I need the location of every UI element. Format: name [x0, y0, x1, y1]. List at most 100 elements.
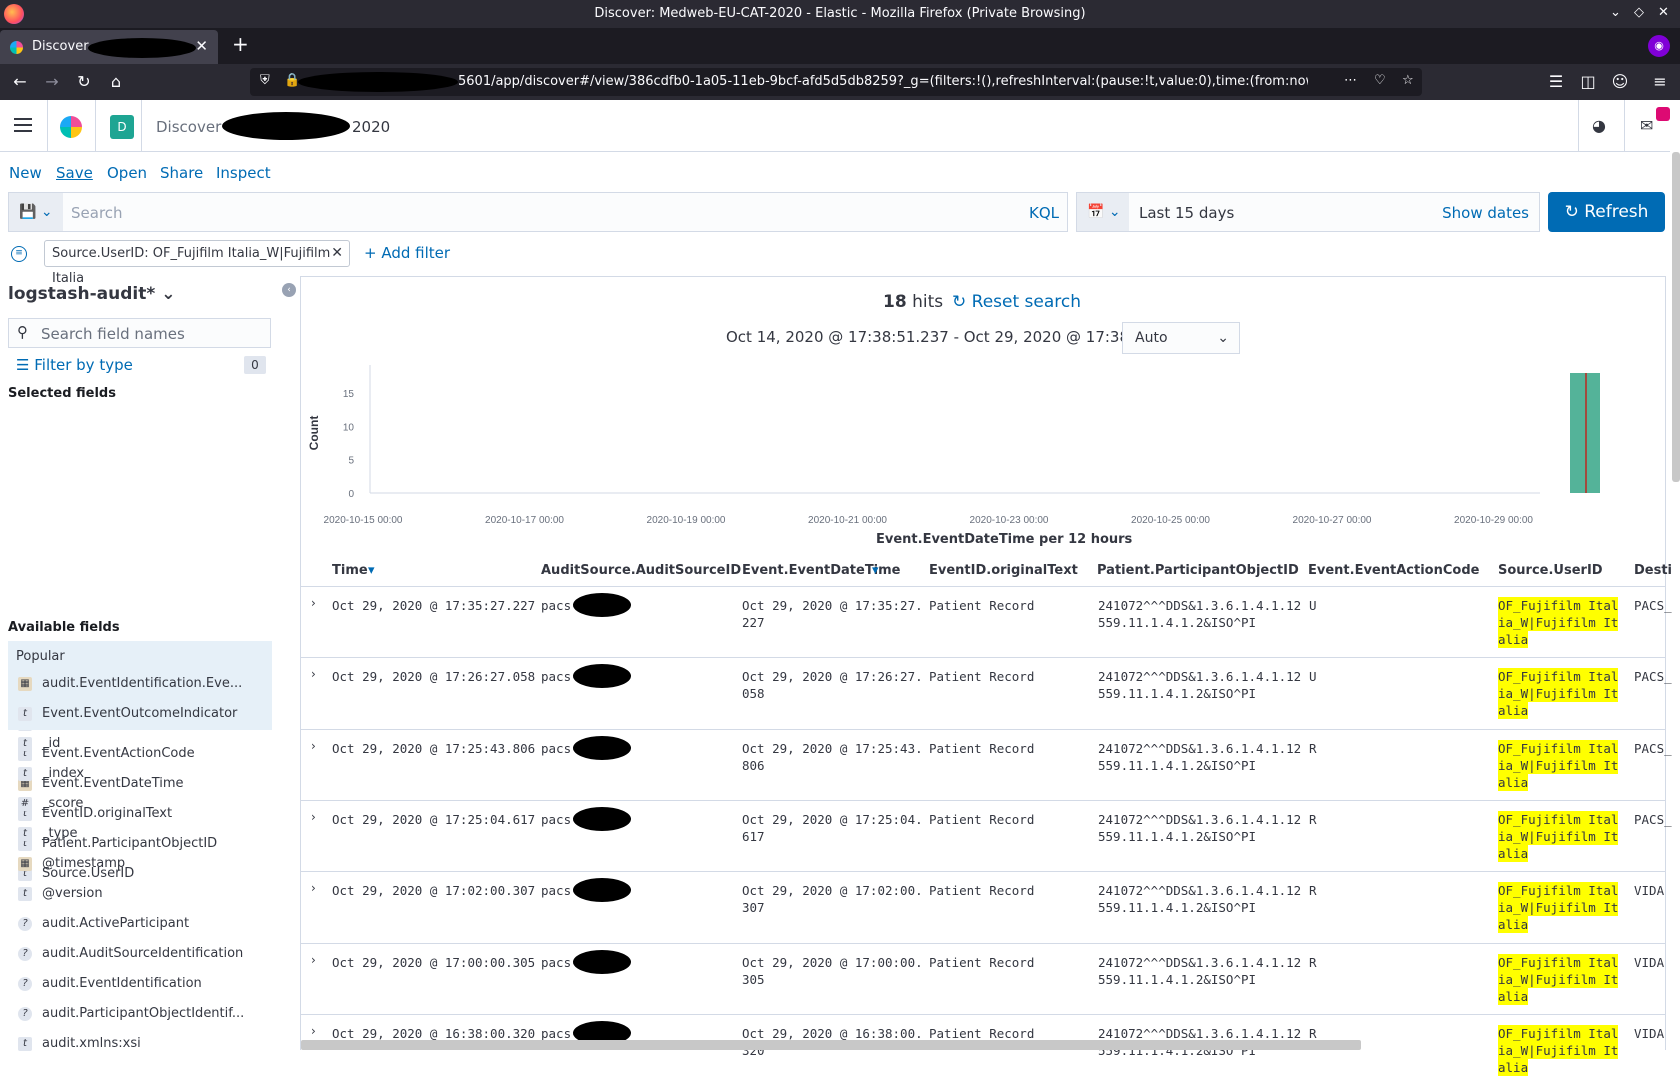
menu-icon[interactable]: ≡ [1648, 70, 1672, 94]
column-header[interactable]: Time [332, 563, 368, 578]
filter-by-type-button[interactable]: ☰ Filter by type 0 [16, 356, 266, 374]
field-item[interactable]: ? audit.ParticipantObjectIdentif... [0, 1000, 272, 1028]
url-bar[interactable]: ⛨ 🔒 5601/app/discover#/view/386cdfb0-1a0… [250, 68, 1422, 96]
table-row[interactable]: › Oct 29, 2020 @ 17:35:27.227 pacs- Oct 29,… [301, 586, 1672, 658]
field-item[interactable]: t _type [0, 820, 272, 848]
library-icon[interactable]: ☰ [1544, 70, 1568, 94]
participant-id-cell: 559.11.1.4.1.2&ISO^PI [1098, 757, 1257, 773]
field-item[interactable]: # _score [0, 790, 272, 818]
new-tab-icon[interactable]: + [232, 32, 249, 56]
back-icon[interactable]: ← [8, 70, 32, 94]
open-button[interactable]: Open [107, 164, 147, 182]
expand-row-icon[interactable]: › [311, 953, 316, 967]
expand-row-icon[interactable]: › [311, 739, 316, 753]
inspect-button[interactable]: Inspect [216, 164, 271, 182]
table-row[interactable]: › Oct 29, 2020 @ 17:25:43.806 pacs- Oct 29,… [301, 728, 1672, 801]
destination-cell: PACS_ [1634, 669, 1672, 685]
filter-pill[interactable]: Source.UserID: OF_Fujifilm Italia_W|Fuji… [44, 240, 350, 286]
table-row[interactable]: › Oct 29, 2020 @ 17:02:00.307 pacs- Oct 29,… [301, 871, 1666, 943]
add-filter-button[interactable]: + Add filter [364, 244, 450, 262]
field-item[interactable]: t audit.xmlns:xsi [0, 1030, 272, 1058]
field-item[interactable]: ? audit.EventIdentification [0, 970, 272, 998]
elastic-logo-icon[interactable] [60, 116, 82, 138]
source-userid-cell: OF_Fujifilm Ital [1498, 668, 1619, 686]
field-item[interactable]: t @version [0, 880, 272, 908]
maximize-icon[interactable]: ◇ [1634, 5, 1644, 20]
filter-by-type-label: Filter by type [34, 356, 133, 374]
sort-icon[interactable]: ▾ [872, 563, 879, 578]
column-header[interactable]: EventID.originalText [929, 563, 1078, 578]
saved-queries-button[interactable]: 💾 ⌄ [9, 193, 63, 231]
forward-icon[interactable]: → [40, 70, 64, 94]
interval-select[interactable]: Auto ⌄ [1122, 322, 1240, 354]
remove-filter-icon[interactable]: ✕ [331, 241, 343, 266]
account-icon[interactable]: ☺ [1608, 70, 1632, 94]
minimize-icon[interactable]: ⌄ [1610, 5, 1621, 20]
source-userid-cell: OF_Fujifilm Ital [1498, 1024, 1619, 1042]
field-search-input[interactable]: ⚲ Search field names [8, 318, 271, 348]
pocket-icon[interactable]: ♡ [1374, 73, 1386, 88]
table-row[interactable]: › Oct 29, 2020 @ 17:00:00.305 pacs- Oct 29,… [301, 942, 1666, 1015]
time-cell: Oct 29, 2020 @ 17:26:27.058 [332, 669, 536, 685]
reload-icon[interactable]: ↻ [72, 70, 96, 94]
vertical-scrollbar[interactable] [1672, 152, 1680, 482]
home-icon[interactable]: ⌂ [104, 70, 128, 94]
table-row[interactable]: › Oct 29, 2020 @ 17:25:04.617 pacs- Oct 29,… [301, 799, 1672, 872]
x-tick-label: 2020-10-29 00:00 [1454, 515, 1533, 526]
browser-navbar: ← → ↻ ⌂ ⛨ 🔒 5601/app/discover#/view/386c… [0, 64, 1680, 100]
column-header[interactable]: AuditSource.AuditSourceID [541, 563, 741, 578]
sort-icon[interactable]: ▾ [368, 563, 375, 578]
new-button[interactable]: New [9, 164, 42, 182]
x-tick-label: 2020-10-17 00:00 [485, 515, 564, 526]
refresh-button[interactable]: ↻ Refresh [1548, 192, 1665, 232]
column-header[interactable]: Event.EventActionCode [1308, 563, 1479, 578]
bookmark-star-icon[interactable]: ☆ [1402, 73, 1414, 88]
close-tab-icon[interactable]: ✕ [195, 37, 208, 55]
column-header[interactable]: Desti [1634, 563, 1672, 578]
show-dates-button[interactable]: Show dates [1442, 204, 1529, 222]
close-window-icon[interactable]: ✕ [1658, 5, 1669, 20]
share-button[interactable]: Share [160, 164, 203, 182]
expand-row-icon[interactable]: › [311, 1024, 316, 1038]
reset-search-button[interactable]: ↻ Reset search [952, 292, 1081, 312]
table-row[interactable]: › Oct 29, 2020 @ 17:26:27.058 pacs- Oct 29,… [301, 657, 1672, 729]
newsfeed-icon[interactable]: ✉ [1640, 116, 1653, 135]
column-header[interactable]: Patient.ParticipantObjectID [1097, 563, 1299, 578]
expand-row-icon[interactable]: › [311, 667, 316, 681]
save-button[interactable]: Save [56, 164, 93, 182]
url-text[interactable]: 5601/app/discover#/view/386cdfb0-1a05-11… [458, 74, 1308, 89]
breadcrumb-discover[interactable]: Discover [156, 118, 221, 136]
field-item[interactable]: t _index [0, 760, 272, 788]
source-userid-cell: ia_W|Fujifilm It [1498, 1041, 1619, 1059]
nav-menu-icon[interactable] [14, 118, 32, 132]
field-item[interactable]: ? audit.ActiveParticipant [0, 910, 272, 938]
shield-icon[interactable]: ⛨ [260, 73, 270, 88]
field-item[interactable]: ▦ audit.EventIdentification.Eve... [0, 670, 272, 698]
expand-row-icon[interactable]: › [311, 881, 316, 895]
sidebar-icon[interactable]: ◫ [1576, 70, 1600, 94]
field-item[interactable]: t _id [0, 730, 272, 758]
index-pattern-selector[interactable]: logstash-audit* ⌄ [8, 284, 175, 304]
browser-tab[interactable]: Discover ✕ [0, 30, 218, 64]
horizontal-scrollbar[interactable] [301, 1040, 1361, 1050]
column-header[interactable]: Source.UserID [1498, 563, 1603, 578]
event-datetime-cell: Oct 29, 2020 @ 17:26:27. [742, 669, 923, 685]
redaction [298, 72, 458, 92]
collapse-sidebar-icon[interactable]: ‹ [282, 283, 296, 297]
filter-options-icon[interactable]: ≡ [11, 246, 27, 262]
chevron-down-icon: ⌄ [161, 284, 176, 304]
field-item[interactable]: ? audit.AuditSourceIdentification [0, 940, 272, 968]
help-icon[interactable]: ◕ [1592, 116, 1606, 135]
field-item[interactable]: ▦ @timestamp [0, 850, 272, 878]
search-input[interactable]: Search [71, 204, 123, 222]
expand-row-icon[interactable]: › [311, 596, 316, 610]
reset-icon: ↻ [952, 292, 967, 312]
expand-row-icon[interactable]: › [311, 810, 316, 824]
calendar-icon[interactable]: 📅 ⌄ [1077, 193, 1129, 231]
field-item[interactable]: t Event.EventOutcomeIndicator [0, 700, 272, 728]
time-range-label[interactable]: Last 15 days [1139, 204, 1234, 222]
more-actions-icon[interactable]: ⋯ [1344, 73, 1357, 88]
space-avatar[interactable]: D [110, 115, 134, 139]
event-datetime-cell: 806 [742, 757, 765, 773]
kql-toggle[interactable]: KQL [1029, 204, 1059, 222]
